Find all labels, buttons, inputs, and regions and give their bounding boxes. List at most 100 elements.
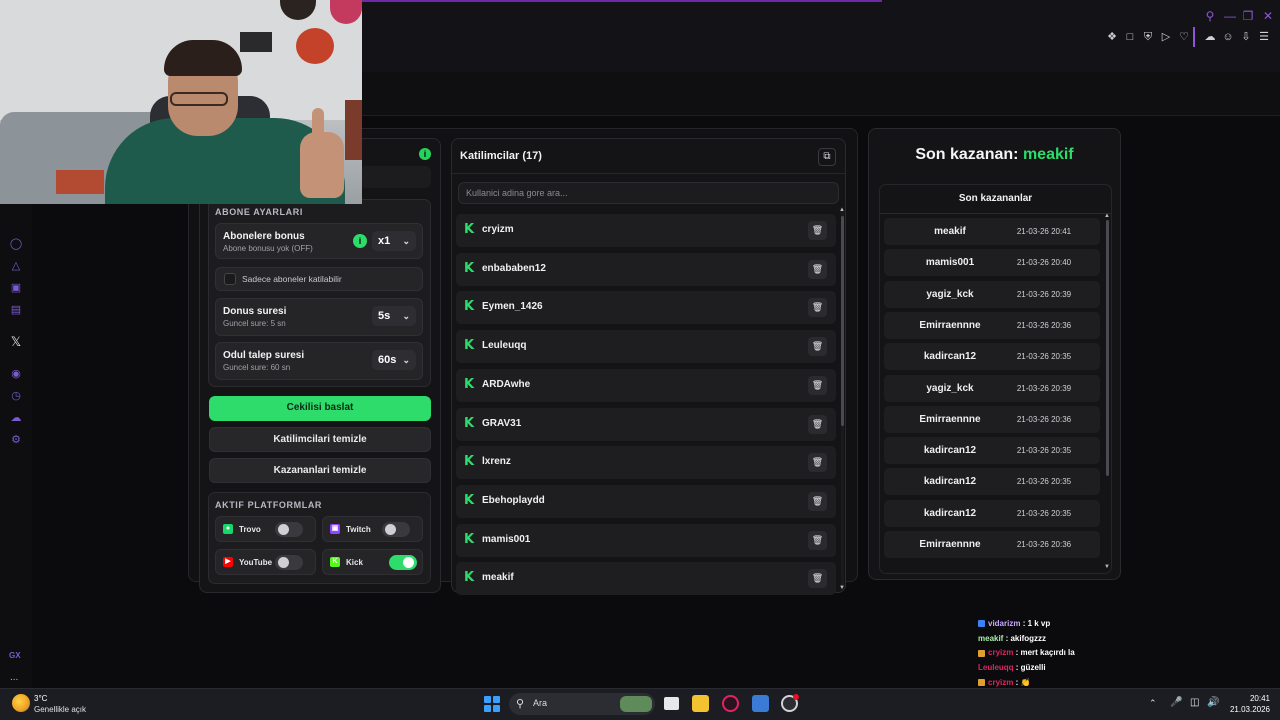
winner-name: meakif — [934, 226, 966, 237]
platform-toggle[interactable] — [275, 555, 303, 570]
participant-name: cryizm — [482, 224, 514, 235]
participant-row[interactable]: Kmamis001 🗑 — [456, 523, 836, 557]
trash-icon[interactable]: 🗑 — [808, 337, 827, 357]
winner-row: kadircan12 21-03-26 20:35 — [884, 437, 1100, 465]
winner-name: kadircan12 — [923, 445, 977, 457]
scroll-down-icon[interactable]: ▼ — [1104, 564, 1110, 570]
download-icon[interactable]: ⇩ — [1239, 30, 1253, 44]
history-icon[interactable]: ◷ — [8, 388, 24, 404]
menu-icon[interactable]: ☰ — [1257, 30, 1271, 44]
file-explorer-icon[interactable] — [692, 695, 709, 712]
platform-toggle[interactable] — [382, 522, 410, 537]
notification-badge — [793, 694, 799, 700]
participant-row[interactable]: K Ebehoplaydd 🗑 — [456, 484, 836, 518]
volume-icon[interactable]: 🔊 — [1207, 697, 1219, 708]
player-icon[interactable]: ◉ — [8, 366, 24, 382]
opera-gx-icon[interactable] — [722, 695, 739, 712]
play-icon[interactable]: ▷ — [1159, 30, 1173, 44]
minimize-icon[interactable]: — — [1222, 8, 1238, 24]
platform-label: Kick — [346, 558, 363, 567]
microphone-icon[interactable]: 🎤 — [1170, 697, 1182, 708]
trash-icon[interactable]: 🗑 — [808, 298, 827, 318]
heart-icon[interactable]: ♡ — [1177, 30, 1191, 44]
winner-name: mamis001 — [925, 257, 975, 269]
messenger-icon[interactable]: ▤ — [8, 302, 24, 318]
clock-date[interactable]: 21.03.2026 — [1222, 705, 1270, 714]
odul-talep-select[interactable]: 60s ⌄ — [372, 350, 416, 370]
profile-icon[interactable]: ☺ — [1221, 30, 1235, 44]
kick-icon: K — [464, 415, 475, 431]
participant-row[interactable]: Kcryizm 🗑 — [456, 214, 836, 247]
participant-row[interactable]: K ARDAwhe 🗑 — [456, 368, 836, 402]
platform-toggle[interactable] — [275, 522, 303, 537]
scroll-up-icon[interactable]: ▲ — [839, 207, 845, 213]
store-icon[interactable] — [752, 695, 769, 712]
extensions-icon[interactable]: ☁ — [1203, 30, 1217, 44]
participant-row[interactable]: K Leuleuqq 🗑 — [456, 330, 836, 364]
subs-only-checkbox[interactable] — [224, 273, 236, 285]
participant-scrollbar-thumb[interactable] — [841, 216, 844, 426]
x-social-icon[interactable]: 𝕏 — [8, 334, 24, 350]
chat-text: mert kaçırdı la — [1020, 648, 1075, 658]
settings-gear-icon[interactable]: ⚙ — [8, 432, 24, 448]
participant-name: lxrenz — [482, 456, 511, 468]
tray-chevron-up-icon[interactable]: ⌃ — [1149, 698, 1157, 709]
weather-temperature[interactable]: 3°C — [34, 694, 47, 703]
twitch-sidebar-icon[interactable]: ▣ — [8, 280, 24, 296]
gx-corner-icon[interactable]: △ — [8, 258, 24, 274]
trash-icon[interactable]: 🗑 — [808, 453, 827, 473]
participant-row[interactable]: K GRAV31 🗑 — [456, 407, 836, 441]
scroll-down-icon[interactable]: ▼ — [839, 585, 845, 591]
pin-icon[interactable]: ❖ — [1105, 30, 1119, 44]
kick-icon: K — [464, 338, 475, 354]
winner-row: kadircan12 21-03-26 20:35 — [884, 343, 1100, 371]
task-view-icon[interactable] — [664, 697, 679, 710]
participant-row[interactable]: K Eymen_1426 🗑 — [456, 291, 836, 325]
participant-search-input[interactable] — [458, 182, 839, 204]
trash-icon[interactable]: 🗑 — [808, 491, 827, 511]
winner-time: 21-03-26 20:35 — [1016, 446, 1072, 456]
search-icon[interactable]: ⚲ — [1202, 8, 1218, 24]
trash-icon[interactable]: 🗑 — [808, 221, 827, 240]
settings-top-field[interactable] — [360, 166, 431, 188]
participant-row[interactable]: Klxrenz 🗑 — [456, 446, 836, 480]
trash-icon[interactable]: 🗑 — [808, 375, 827, 395]
platform-kick: K Kick — [322, 549, 423, 575]
gx-label[interactable]: GX — [9, 651, 21, 660]
clear-winners-button[interactable]: Kazananlari temizle — [209, 458, 431, 483]
winners-scrollbar-thumb[interactable] — [1106, 220, 1109, 476]
divider — [452, 173, 845, 174]
toggle-knob — [385, 524, 396, 535]
windows-start-button[interactable] — [484, 696, 500, 712]
copy-icon[interactable]: ⧉ — [818, 148, 836, 166]
extensions-sidebar-icon[interactable]: ☁ — [8, 410, 24, 426]
weather-icon[interactable] — [12, 694, 30, 712]
chat-username: cryizm — [988, 677, 1014, 687]
sidebar-more[interactable]: ... — [10, 672, 18, 683]
snapshot-icon[interactable]: □ — [1123, 30, 1137, 44]
display-icon[interactable]: ◫ — [1190, 697, 1199, 708]
bonus-multiplier-select[interactable]: x1 ⌄ — [372, 231, 416, 251]
shield-icon[interactable]: ⛨ — [1141, 30, 1155, 44]
active-tab-indicator — [362, 0, 882, 2]
trash-icon[interactable]: 🗑 — [808, 530, 827, 550]
platform-toggle[interactable] — [389, 555, 417, 570]
weather-description[interactable]: Genellikle açık — [34, 705, 86, 714]
chat-badge-icon — [978, 620, 985, 628]
close-icon[interactable]: ✕ — [1260, 8, 1276, 24]
bonus-info-icon[interactable]: i — [353, 234, 367, 248]
clock-time[interactable]: 20:41 — [1230, 694, 1270, 703]
participant-row[interactable]: Kmeakif 🗑 — [456, 562, 836, 596]
info-icon[interactable]: i — [419, 148, 431, 160]
trash-icon[interactable]: 🗑 — [808, 259, 827, 279]
donus-suresi-select[interactable]: 5s ⌄ — [372, 306, 416, 326]
restore-icon[interactable]: ❐ — [1240, 8, 1256, 24]
trash-icon[interactable]: 🗑 — [808, 414, 827, 434]
person-glasses — [170, 92, 228, 106]
clear-participants-button[interactable]: Katilimcilari temizle — [209, 427, 431, 452]
scroll-up-icon[interactable]: ▲ — [1104, 213, 1110, 219]
participant-row[interactable]: Kenbababen12 🗑 — [456, 252, 836, 286]
speed-dial-icon[interactable]: ◯ — [8, 236, 24, 252]
trash-icon[interactable]: 🗑 — [808, 569, 827, 589]
start-giveaway-button[interactable]: Cekilisi baslat — [209, 396, 431, 421]
